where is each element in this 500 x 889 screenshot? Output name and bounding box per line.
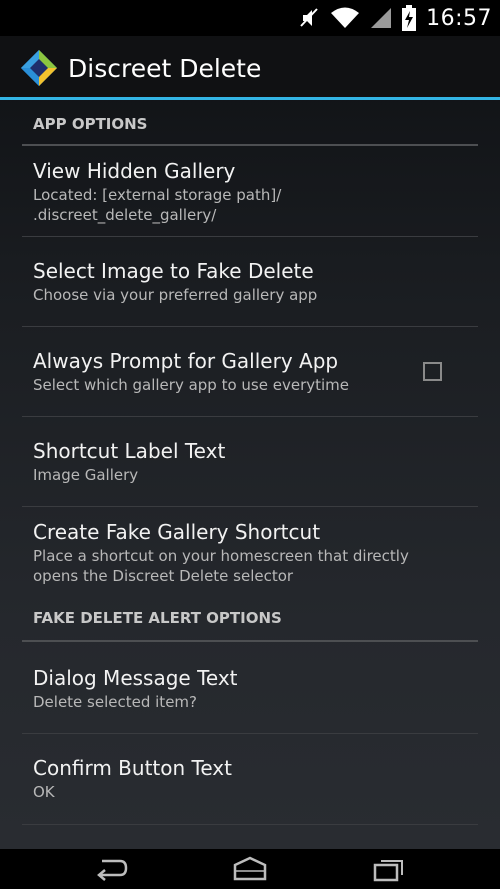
wifi-icon <box>330 6 360 30</box>
battery-charging-icon <box>402 5 417 31</box>
nav-bar <box>0 849 500 889</box>
pref-view-hidden-gallery[interactable]: View Hidden Gallery Located: [external s… <box>22 146 478 237</box>
section-header-fake-delete-alert-options: FAKE DELETE ALERT OPTIONS <box>22 604 478 642</box>
pref-title: View Hidden Gallery <box>33 159 236 183</box>
pref-title: Create Fake Gallery Shortcut <box>33 520 321 544</box>
pref-summary-line: Located: [external storage path]/ <box>33 186 282 204</box>
section-header-app-options: APP OPTIONS <box>22 112 478 146</box>
pref-title: Dialog Message Text <box>33 666 238 690</box>
pref-title: Shortcut Label Text <box>33 439 226 463</box>
pref-select-image-to-fake-delete[interactable]: Select Image to Fake Delete Choose via y… <box>22 237 478 327</box>
pref-summary: Select which gallery app to use everytim… <box>33 376 350 394</box>
action-bar: Discreet Delete <box>0 36 500 100</box>
pref-shortcut-label-text[interactable]: Shortcut Label Text Image Gallery <box>22 417 478 507</box>
pref-confirm-button-text[interactable]: Confirm Button Text OK <box>22 734 478 825</box>
app-title: Discreet Delete <box>68 54 262 83</box>
pref-summary: Located: [external storage path]/ .discr… <box>33 185 478 225</box>
pref-title: Select Image to Fake Delete <box>33 259 314 283</box>
screen: 16:57 Discreet Delete APP OPTIONS View H… <box>0 0 500 889</box>
home-icon[interactable] <box>233 855 267 883</box>
pref-dialog-message-text[interactable]: Dialog Message Text Delete selected item… <box>22 642 478 734</box>
mute-icon <box>298 6 320 30</box>
status-bar: 16:57 <box>0 0 500 36</box>
back-icon[interactable] <box>94 855 128 883</box>
pref-title: Confirm Button Text <box>33 756 232 780</box>
pref-summary: Image Gallery <box>33 466 139 484</box>
status-clock: 16:57 <box>426 5 492 31</box>
pref-summary-line: Place a shortcut on your homescreen that… <box>33 547 409 565</box>
preferences-list[interactable]: APP OPTIONS View Hidden Gallery Located:… <box>0 100 500 849</box>
pref-always-prompt-gallery-app[interactable]: Always Prompt for Gallery App Select whi… <box>22 327 478 417</box>
always-prompt-checkbox[interactable] <box>423 362 442 381</box>
pref-summary-line: .discreet_delete_gallery/ <box>33 206 217 224</box>
pref-summary: Delete selected item? <box>33 693 197 711</box>
pref-summary: OK <box>33 783 55 801</box>
pref-title: Always Prompt for Gallery App <box>33 349 339 373</box>
pref-create-fake-gallery-shortcut[interactable]: Create Fake Gallery Shortcut Place a sho… <box>22 507 478 604</box>
recents-icon[interactable] <box>372 855 406 883</box>
pref-summary-line: opens the Discreet Delete selector <box>33 567 294 585</box>
status-icons: 16:57 <box>298 0 492 36</box>
app-logo-icon[interactable] <box>21 50 57 86</box>
signal-icon <box>370 6 392 30</box>
pref-summary: Choose via your preferred gallery app <box>33 286 318 304</box>
pref-summary: Place a shortcut on your homescreen that… <box>33 546 478 586</box>
